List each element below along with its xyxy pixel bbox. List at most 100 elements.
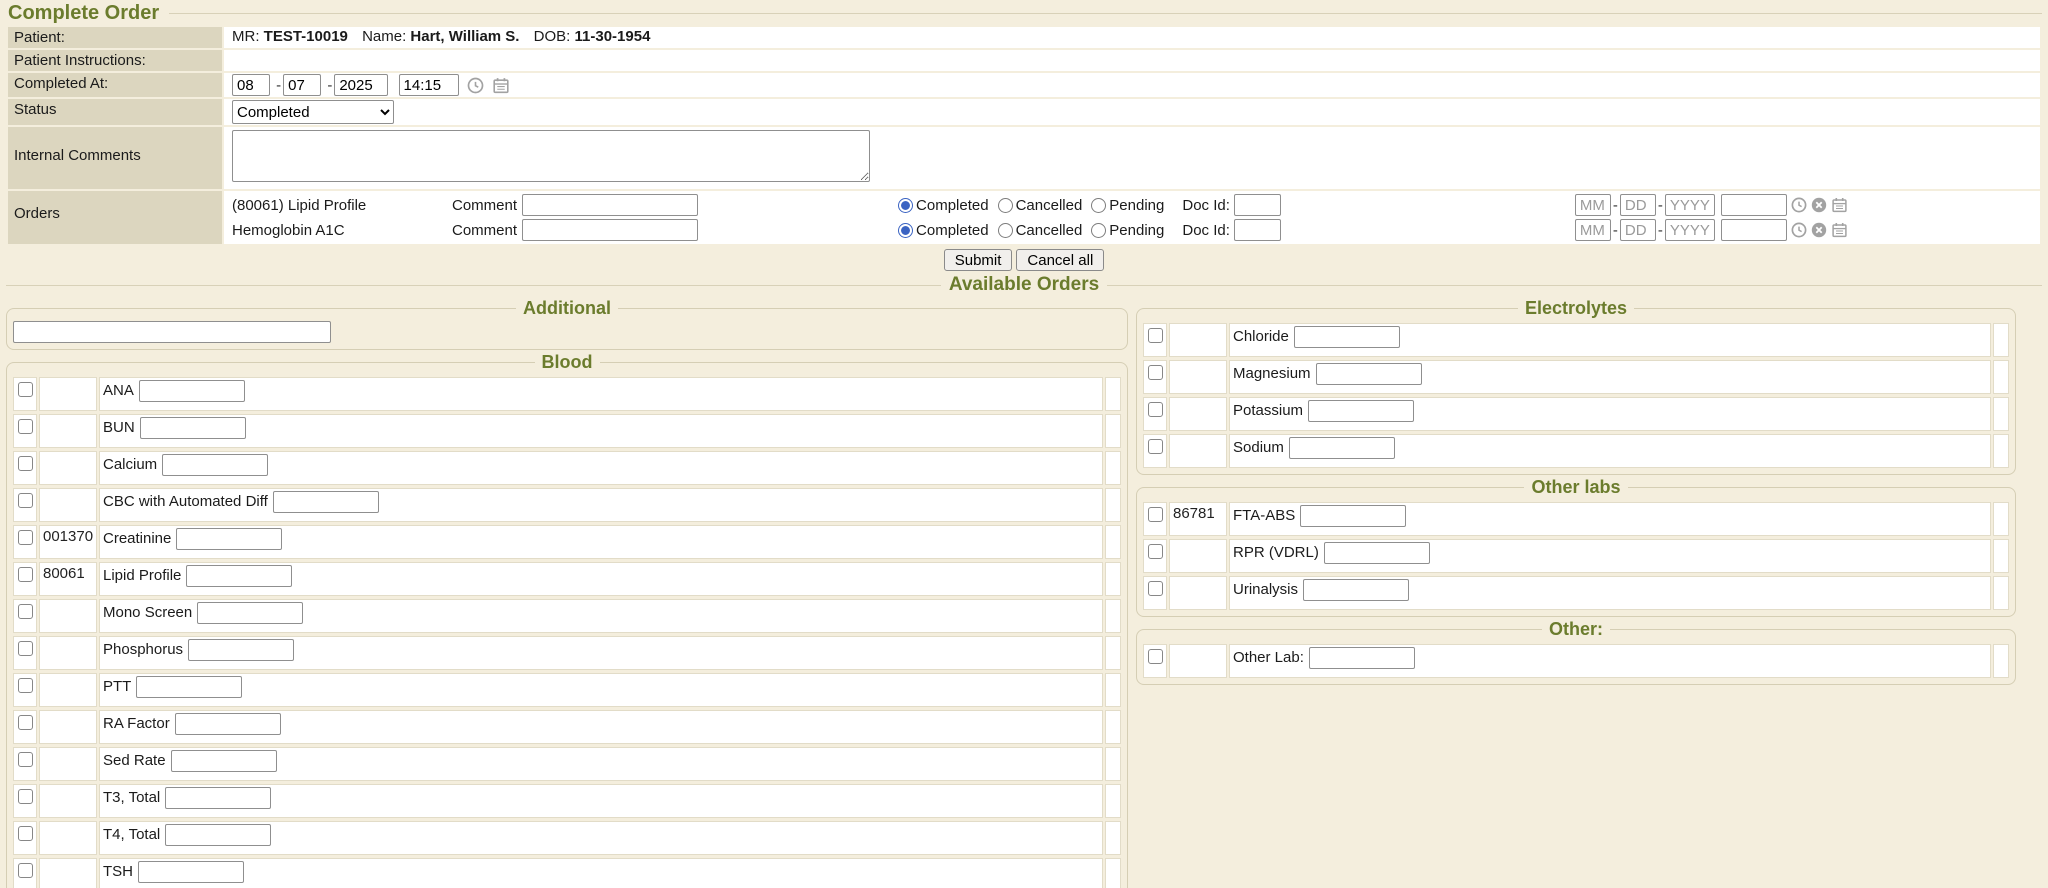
- lab-item-checkbox[interactable]: [18, 604, 33, 619]
- clear-date-icon[interactable]: [1811, 222, 1827, 238]
- status-row: Status Completed: [8, 99, 2040, 125]
- lab-item-code: [39, 636, 97, 670]
- lab-item-value-input[interactable]: [165, 787, 271, 809]
- lab-item-checkbox[interactable]: [18, 456, 33, 471]
- completed-day-input[interactable]: [283, 74, 321, 96]
- lab-item-end-cell: [1105, 599, 1121, 633]
- lab-item-value-input[interactable]: [176, 528, 282, 550]
- order-status-option-completed[interactable]: Completed: [898, 197, 989, 214]
- lab-item-checkbox[interactable]: [18, 641, 33, 656]
- lab-item-value-input[interactable]: [138, 861, 244, 883]
- lab-item-value-input[interactable]: [175, 713, 281, 735]
- completed-time-input[interactable]: [399, 74, 459, 96]
- lab-item-checkbox[interactable]: [1148, 365, 1163, 380]
- lab-item-checkbox[interactable]: [18, 752, 33, 767]
- lab-item-value-input[interactable]: [171, 750, 277, 772]
- lab-item-value-input[interactable]: [1294, 326, 1400, 348]
- order-date-time-input[interactable]: [1721, 219, 1787, 241]
- lab-item-value-input[interactable]: [273, 491, 379, 513]
- lab-item-checkbox[interactable]: [1148, 649, 1163, 664]
- lab-item-value-input[interactable]: [139, 380, 245, 402]
- orders-list: (80061) Lipid Profile Comment CompletedC…: [232, 193, 2032, 242]
- lab-item-value-input[interactable]: [188, 639, 294, 661]
- calendar-icon[interactable]: [492, 77, 510, 94]
- section-other-labs: Other labs 86781 FTA-ABS RPR (VDRL) Urin…: [1136, 477, 2016, 617]
- order-status-radio-pending[interactable]: [1091, 223, 1106, 238]
- order-comment-input[interactable]: [522, 219, 698, 241]
- order-comment-input[interactable]: [522, 194, 698, 216]
- lab-item-row: ANA: [13, 377, 1121, 411]
- lab-item-value-input[interactable]: [1316, 363, 1422, 385]
- additional-order-search-input[interactable]: [13, 321, 331, 343]
- lab-item-checkbox[interactable]: [18, 530, 33, 545]
- lab-item-value-input[interactable]: [1300, 505, 1406, 527]
- clock-icon[interactable]: [1791, 222, 1807, 238]
- lab-item-checkbox[interactable]: [18, 826, 33, 841]
- lab-item-value-input[interactable]: [136, 676, 242, 698]
- clear-date-icon[interactable]: [1811, 197, 1827, 213]
- clock-icon[interactable]: [1791, 197, 1807, 213]
- lab-item-value-input[interactable]: [1324, 542, 1430, 564]
- order-doc-id-input[interactable]: [1234, 194, 1281, 216]
- order-doc-id-input[interactable]: [1234, 219, 1281, 241]
- clock-icon[interactable]: [467, 77, 484, 94]
- order-status-radio-completed[interactable]: [898, 223, 913, 238]
- order-date-year-input[interactable]: [1665, 219, 1715, 241]
- lab-item-value-input[interactable]: [1289, 437, 1395, 459]
- lab-item-checkbox[interactable]: [1148, 328, 1163, 343]
- lab-item-value-input[interactable]: [1303, 579, 1409, 601]
- lab-item-end-cell: [1105, 525, 1121, 559]
- internal-comments-textarea[interactable]: [232, 130, 870, 182]
- lab-item-checkbox[interactable]: [18, 678, 33, 693]
- lab-item-code: 80061: [39, 562, 97, 596]
- order-status-radio-completed[interactable]: [898, 198, 913, 213]
- status-select[interactable]: Completed: [232, 100, 394, 124]
- lab-items-table: Other Lab:: [1141, 641, 2011, 681]
- lab-item-checkbox[interactable]: [18, 567, 33, 582]
- lab-item-checkbox[interactable]: [18, 493, 33, 508]
- lab-item-checkbox[interactable]: [18, 789, 33, 804]
- order-status-radio-cancelled[interactable]: [998, 223, 1013, 238]
- status-label: Status: [8, 99, 222, 125]
- lab-item-label: CBC with Automated Diff: [103, 491, 268, 510]
- order-date-month-input[interactable]: [1575, 194, 1611, 216]
- lab-item-value-input[interactable]: [186, 565, 292, 587]
- lab-item-value-input[interactable]: [1309, 647, 1415, 669]
- lab-item-value-input[interactable]: [1308, 400, 1414, 422]
- lab-item-checkbox[interactable]: [18, 419, 33, 434]
- lab-item-checkbox[interactable]: [1148, 544, 1163, 559]
- lab-item-value-input[interactable]: [162, 454, 268, 476]
- order-status-option-pending[interactable]: Pending: [1091, 222, 1164, 239]
- orders-label: Orders: [8, 191, 222, 244]
- order-date-time-input[interactable]: [1721, 194, 1787, 216]
- order-status-option-pending[interactable]: Pending: [1091, 197, 1164, 214]
- lab-item-label: TSH: [103, 861, 133, 880]
- cancel-all-button[interactable]: Cancel all: [1016, 249, 1104, 271]
- order-status-radio-cancelled[interactable]: [998, 198, 1013, 213]
- completed-year-input[interactable]: [334, 74, 388, 96]
- calendar-icon[interactable]: [1831, 197, 1848, 213]
- lab-item-checkbox[interactable]: [18, 863, 33, 878]
- order-status-radio-pending[interactable]: [1091, 198, 1106, 213]
- submit-button[interactable]: Submit: [944, 249, 1013, 271]
- order-date-day-input[interactable]: [1620, 194, 1656, 216]
- lab-item-checkbox[interactable]: [1148, 581, 1163, 596]
- lab-item-checkbox[interactable]: [1148, 507, 1163, 522]
- lab-item-value-input[interactable]: [140, 417, 246, 439]
- lab-item-value-input[interactable]: [165, 824, 271, 846]
- order-status-option-cancelled[interactable]: Cancelled: [998, 197, 1083, 214]
- order-date-day-input[interactable]: [1620, 219, 1656, 241]
- order-status-option-completed[interactable]: Completed: [898, 222, 989, 239]
- calendar-icon[interactable]: [1831, 222, 1848, 238]
- lab-item-checkbox[interactable]: [1148, 402, 1163, 417]
- lab-item-checkbox[interactable]: [18, 715, 33, 730]
- lab-item-checkbox[interactable]: [18, 382, 33, 397]
- completed-month-input[interactable]: [232, 74, 270, 96]
- lab-item-value-input[interactable]: [197, 602, 303, 624]
- order-status-option-cancelled[interactable]: Cancelled: [998, 222, 1083, 239]
- order-date-month-input[interactable]: [1575, 219, 1611, 241]
- order-date-year-input[interactable]: [1665, 194, 1715, 216]
- lab-item-row: 80061 Lipid Profile: [13, 562, 1121, 596]
- lab-item-checkbox[interactable]: [1148, 439, 1163, 454]
- name-label: Name:: [362, 28, 406, 45]
